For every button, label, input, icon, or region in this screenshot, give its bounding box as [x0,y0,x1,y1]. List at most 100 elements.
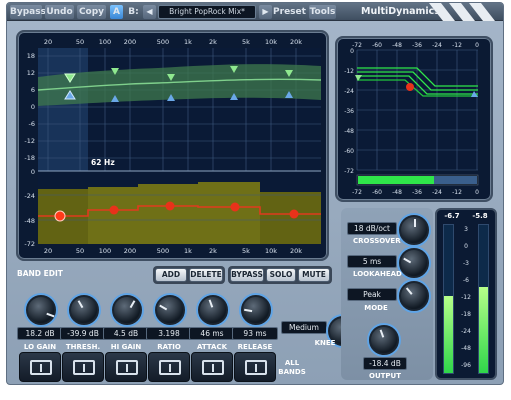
copy-button[interactable]: Copy [77,5,106,19]
svg-text:-24: -24 [432,189,442,196]
svg-text:-72: -72 [352,189,362,196]
tools-menu[interactable]: Tools [309,5,336,19]
hi-gain-all-bands-slider[interactable] [105,352,147,382]
preset-name-display[interactable]: Bright PopRock Mix* [158,5,256,19]
svg-text:-6: -6 [29,120,35,128]
svg-text:-60: -60 [344,148,354,155]
add-band-button[interactable]: ADD [155,268,187,282]
svg-text:20: 20 [44,247,52,255]
transfer-curve-panel: -72 -60 -48 -36 -24 -12 0 0 -12 -24 -36 … [335,36,493,202]
svg-text:200: 200 [124,38,136,46]
attack-value[interactable]: 46 ms [189,327,235,340]
crossover-label: CROSSOVER [353,237,401,245]
crossover-value[interactable]: 18 dB/oct [347,222,397,235]
band-solo-button[interactable]: SOLO [266,268,296,282]
waves-logo-icon [429,3,495,21]
lo-gain-knob[interactable] [26,295,56,325]
freq-axis-top: 20 50 100 200 500 1k 2k 5k 10k 20k [44,38,302,46]
svg-text:2k: 2k [209,247,217,255]
ab-b-button[interactable]: B: [126,5,141,19]
mode-label: MODE [364,304,388,312]
svg-text:20k: 20k [290,38,302,46]
threshold-knob[interactable] [69,295,99,325]
ratio-value[interactable]: 3.198 [146,327,192,340]
all-bands-label: ALL BANDS [278,359,306,376]
svg-text:12: 12 [27,69,35,77]
svg-text:100: 100 [99,38,111,46]
svg-text:-12: -12 [24,137,35,145]
svg-text:5k: 5k [242,38,250,46]
hi-gain-value[interactable]: 4.5 dB [103,327,149,340]
freq-axis-bottom: 20 50 100 200 500 1k 2k 5k 10k 20k [44,247,302,255]
ratio-knob[interactable] [155,295,185,325]
svg-text:20: 20 [44,38,52,46]
svg-text:-12: -12 [344,68,354,75]
threshold-axis: 0 -24 -48 -72 [24,168,35,248]
lo-gain-value[interactable]: 18.2 dB [17,327,63,340]
release-knob[interactable] [241,295,271,325]
bypass-solo-mute-group: BYPASS SOLO MUTE [228,266,332,284]
svg-text:20k: 20k [290,247,302,255]
gain-reduction-axis: -72 -60 -48 -36 -24 -12 0 [352,189,479,196]
lo-gain-all-bands-slider[interactable] [19,352,61,382]
bypass-button[interactable]: Bypass [10,5,46,19]
lookahead-value[interactable]: 5 ms [347,255,397,268]
ratio-all-bands-slider[interactable] [148,352,190,382]
output-meter-panel: -6.7 -5.8 3 0 -3 -6 -12 -18 -24 -48 -96 [435,208,497,380]
release-label: RELEASE [237,343,273,351]
mode-knob[interactable] [399,281,429,311]
svg-text:0: 0 [31,103,35,111]
output-value[interactable]: -18.4 dB [363,357,407,370]
threshold-value[interactable]: -39.9 dB [60,327,106,340]
svg-text:-60: -60 [372,189,382,196]
transfer-y-axis: 0 -12 -24 -36 -48 -60 -72 [344,48,354,175]
right-peak-readout[interactable]: -5.8 [467,212,493,220]
svg-text:5k: 5k [242,247,250,255]
svg-text:-24: -24 [24,192,35,200]
svg-text:-60: -60 [372,42,382,49]
attack-knob[interactable] [198,295,228,325]
svg-text:-12: -12 [452,189,462,196]
svg-text:-36: -36 [412,42,422,49]
transfer-x-axis: -72 -60 -48 -36 -24 -12 0 [352,42,479,49]
svg-text:50: 50 [76,247,84,255]
svg-text:0: 0 [31,168,35,176]
release-value[interactable]: 93 ms [232,327,278,340]
crossover-knob[interactable] [399,215,429,245]
lookahead-knob[interactable] [399,248,429,278]
delete-band-button[interactable]: DELETE [189,268,223,282]
band-bypass-button[interactable]: BYPASS [230,268,264,282]
svg-text:-48: -48 [392,189,402,196]
cursor-frequency-readout: 62 Hz [91,158,115,167]
undo-button[interactable]: Undo [45,5,74,19]
svg-text:-12: -12 [452,42,462,49]
svg-text:18: 18 [27,52,35,60]
ab-a-button[interactable]: A [110,5,123,19]
band-mute-button[interactable]: MUTE [298,268,330,282]
svg-text:6: 6 [31,86,35,94]
preset-menu[interactable]: Preset [273,5,306,19]
svg-text:2k: 2k [209,38,217,46]
attack-all-bands-slider[interactable] [191,352,233,382]
svg-text:100: 100 [99,247,111,255]
svg-text:-18: -18 [24,154,35,162]
svg-text:0: 0 [475,42,479,49]
svg-text:-24: -24 [344,88,354,95]
multidynamics-plugin-window: Bypass Undo Copy A B: ◀ Bright PopRock M… [6,2,504,385]
output-knob[interactable] [369,325,399,355]
threshold-all-bands-slider[interactable] [62,352,104,382]
transfer-threshold-marker[interactable] [406,83,414,91]
release-all-bands-slider[interactable] [234,352,276,382]
right-level-meter [478,224,489,374]
knee-label: KNEE [314,339,336,347]
triangle-left-icon[interactable]: ◀ [143,5,156,19]
mode-value[interactable]: Peak [347,288,397,301]
svg-text:1k: 1k [184,38,192,46]
band-edit-title: BAND EDIT [17,269,63,278]
left-level-meter [443,224,454,374]
triangle-right-icon[interactable]: ▶ [259,5,272,19]
band-display-graph[interactable]: 20 50 100 200 500 1k 2k 5k 10k 20k 20 50… [18,32,327,259]
hi-gain-knob[interactable] [112,295,142,325]
knee-value[interactable]: Medium [281,321,327,334]
left-peak-readout[interactable]: -6.7 [439,212,465,220]
